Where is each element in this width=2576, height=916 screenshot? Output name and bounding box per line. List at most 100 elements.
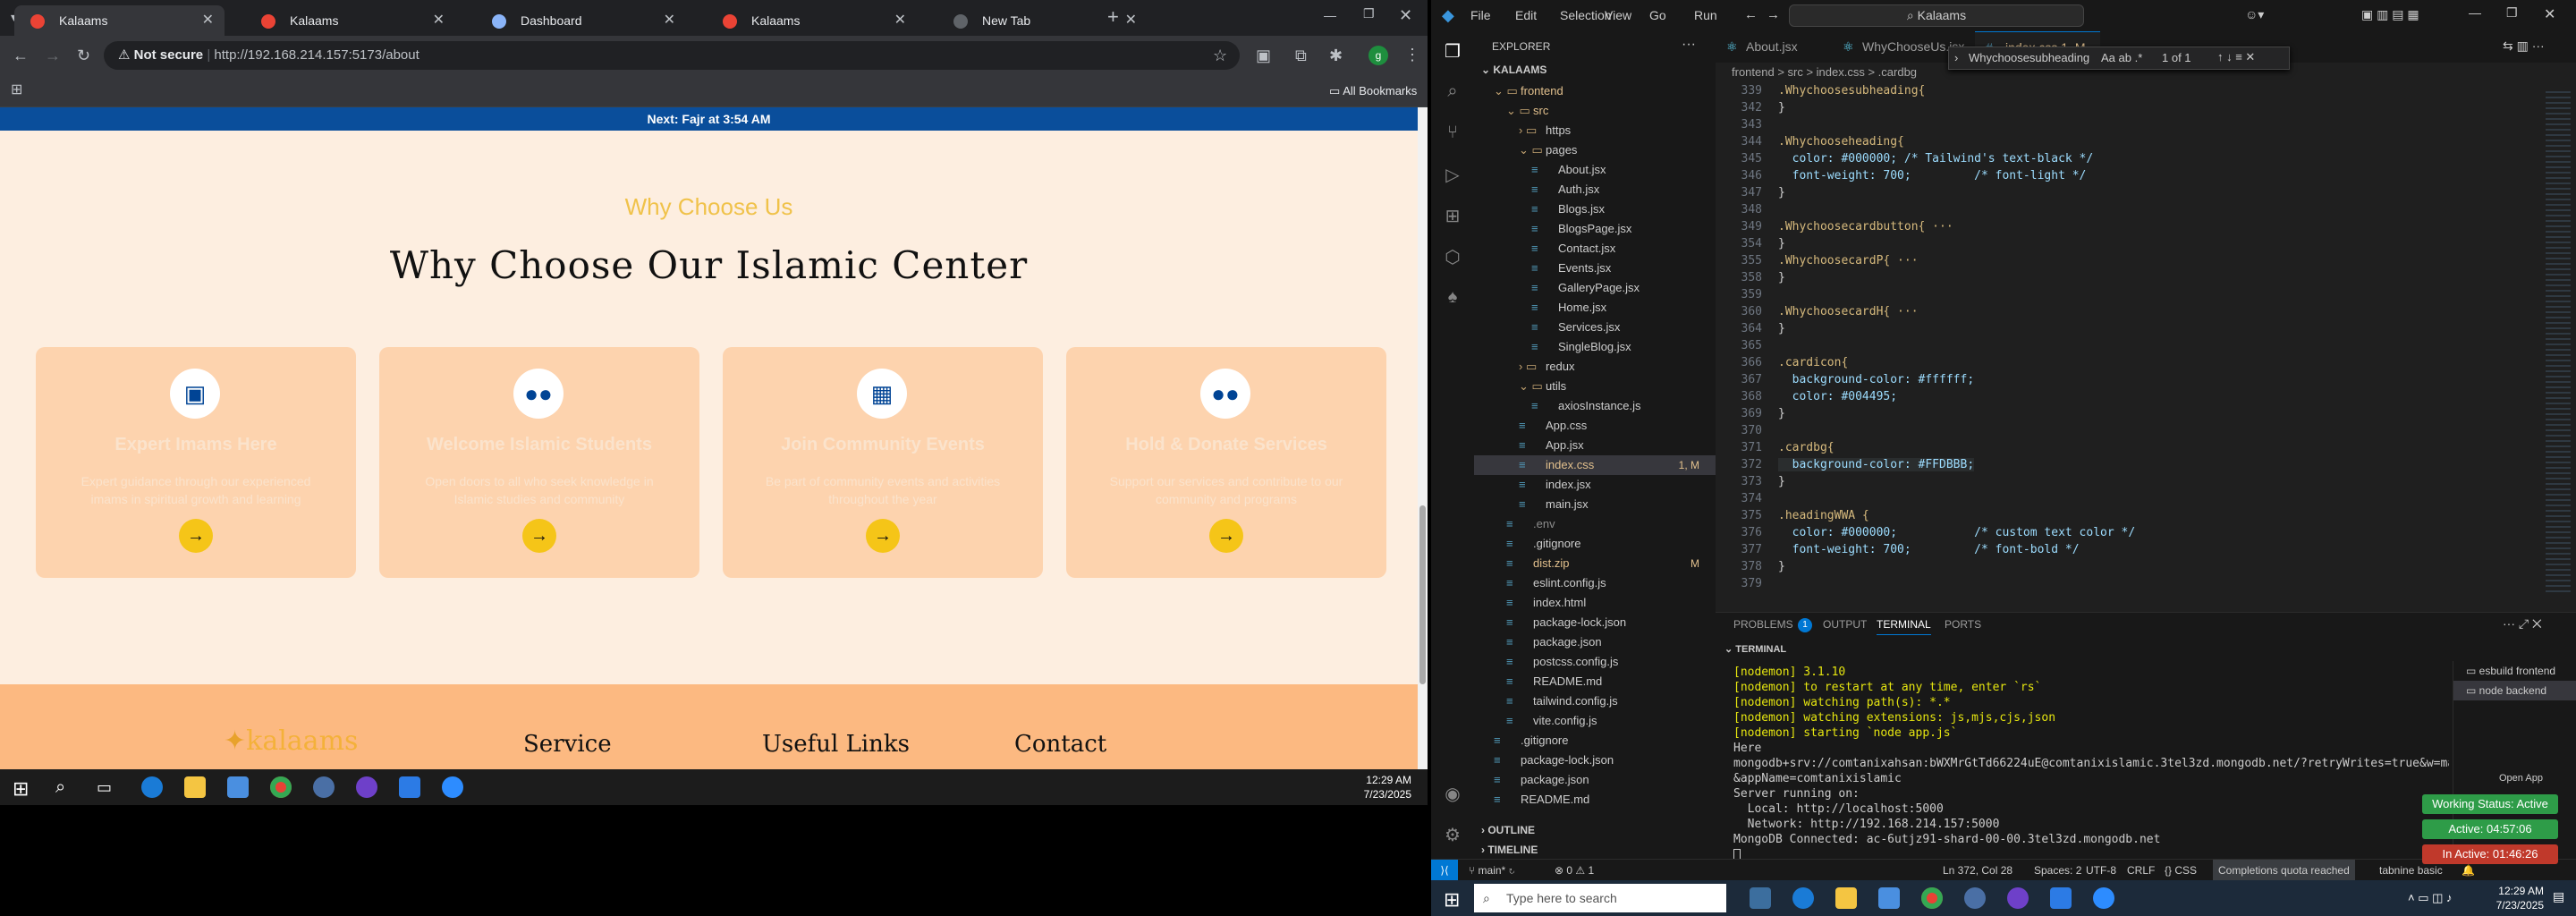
zoom-icon[interactable] bbox=[2093, 887, 2114, 909]
problems-indicator[interactable]: ⊗ 0 ⚠ 1 bbox=[1555, 860, 1594, 880]
tab-close-icon[interactable]: ✕ bbox=[894, 5, 906, 36]
tree-item[interactable]: ≡ App.css bbox=[1474, 416, 1716, 436]
terminal-item-esbuild[interactable]: ▭ esbuild frontend bbox=[2453, 661, 2576, 681]
vscode-taskbar-icon[interactable] bbox=[399, 776, 420, 798]
close-icon[interactable]: ✕ bbox=[2544, 5, 2555, 23]
tree-item[interactable]: ≡ postcss.config.js bbox=[1474, 652, 1716, 672]
nav-back-icon[interactable]: ← bbox=[1744, 7, 1758, 22]
browser-tab[interactable]: Kalaams ✕ bbox=[707, 5, 917, 36]
tree-item[interactable]: ≡ Home.jsx bbox=[1474, 298, 1716, 318]
tree-item[interactable]: ≡ App.jsx bbox=[1474, 436, 1716, 455]
card-arrow-button[interactable]: → bbox=[1209, 519, 1243, 553]
tree-item[interactable]: ≡ .gitignore bbox=[1474, 534, 1716, 554]
tree-item[interactable]: ≡ package.json bbox=[1474, 632, 1716, 652]
edge-icon[interactable] bbox=[141, 776, 163, 798]
minimize-icon[interactable]: — bbox=[1324, 9, 1336, 21]
tree-item[interactable]: ⌄ ▭ utils bbox=[1474, 377, 1716, 396]
page-scrollbar[interactable] bbox=[1418, 107, 1428, 769]
task-view-icon[interactable]: ▭ bbox=[97, 778, 112, 797]
tree-item[interactable]: ≡ main.jsx bbox=[1474, 495, 1716, 514]
find-widget[interactable]: › Whychoosesubheading Aa ab .* 1 of 1 ↑ ↓ ≡ … bbox=[1948, 47, 2290, 70]
task-view-icon[interactable] bbox=[1750, 887, 1771, 909]
tree-item[interactable]: ≡ index.css 1, M bbox=[1474, 455, 1716, 475]
system-tray-icons[interactable]: ˄ ▭ ◫ ♪ bbox=[2408, 891, 2453, 905]
panel-tab-problems[interactable]: PROBLEMS bbox=[1733, 618, 1793, 631]
tree-item[interactable]: ≡ tailwind.config.js bbox=[1474, 691, 1716, 711]
remote-indicator-icon[interactable]: ⟩⟨ bbox=[1431, 860, 1458, 880]
tree-item[interactable]: ≡ package-lock.json bbox=[1474, 613, 1716, 632]
windows-start-icon[interactable]: ⊞ bbox=[13, 777, 29, 801]
profile-avatar[interactable]: g bbox=[1368, 46, 1388, 65]
terminal-output[interactable]: [nodemon] 3.1.10 [nodemon] to restart at … bbox=[1733, 665, 2449, 861]
command-center[interactable]: ⌕ Kalaams bbox=[1789, 4, 2084, 27]
scrollbar-thumb[interactable] bbox=[1419, 505, 1426, 684]
vscode-taskbar-icon[interactable] bbox=[2050, 887, 2072, 909]
bookmark-star-icon[interactable]: ☆ bbox=[1213, 47, 1227, 64]
tree-item[interactable]: ≡ package-lock.json bbox=[1474, 751, 1716, 770]
minimize-icon[interactable]: — bbox=[2469, 5, 2481, 20]
all-bookmarks[interactable]: ▭ All Bookmarks bbox=[1329, 84, 1417, 98]
timeline-section[interactable]: › TIMELINE bbox=[1481, 844, 1538, 856]
remote-icon[interactable]: ⬡ bbox=[1442, 246, 1463, 267]
browser-tab[interactable]: Kalaams ✕ bbox=[14, 5, 225, 36]
zoom-icon[interactable] bbox=[442, 776, 463, 798]
github-desktop-icon[interactable] bbox=[2007, 887, 2029, 909]
cursor-position[interactable]: Ln 372, Col 28 bbox=[1943, 860, 2012, 880]
tree-item[interactable]: › ▭ https bbox=[1474, 121, 1716, 140]
address-bar[interactable]: ⚠ Not secure | http://192.168.214.157:51… bbox=[104, 41, 1240, 70]
tree-item[interactable]: ≡ dist.zip M bbox=[1474, 554, 1716, 573]
tree-item[interactable]: ≡ index.html bbox=[1474, 593, 1716, 613]
find-expand-icon[interactable]: › bbox=[1954, 51, 1958, 64]
maximize-icon[interactable]: ❐ bbox=[2506, 5, 2518, 21]
completions-status[interactable]: Completions quota reached bbox=[2213, 860, 2355, 880]
maximize-icon[interactable]: ❐ bbox=[1363, 7, 1375, 20]
browser-tab[interactable]: Dashboard ✕ bbox=[476, 5, 686, 36]
menu-run[interactable]: Run bbox=[1694, 0, 1717, 31]
branch-indicator[interactable]: ⑂ main* ↻ bbox=[1469, 860, 1515, 880]
tree-item[interactable]: ≡ BlogsPage.jsx bbox=[1474, 219, 1716, 239]
apps-grid-icon[interactable]: ⊞ bbox=[11, 83, 22, 98]
source-control-icon[interactable]: ⑂ bbox=[1442, 123, 1463, 144]
tab-close-icon[interactable]: ✕ bbox=[433, 5, 445, 36]
chrome-taskbar-icon[interactable] bbox=[1921, 887, 1943, 909]
tab-close-icon[interactable]: ✕ bbox=[1125, 5, 1137, 36]
file-explorer-icon[interactable] bbox=[184, 776, 206, 798]
tree-item[interactable]: ≡ package.json bbox=[1474, 770, 1716, 790]
editor-actions-icons[interactable]: ⇆ ▥ ··· bbox=[2503, 38, 2545, 54]
extensions-puzzle-icon[interactable]: ⧉ bbox=[1295, 47, 1307, 64]
windows-start-icon[interactable]: ⊞ bbox=[1444, 888, 1460, 912]
tab-close-icon[interactable]: ✕ bbox=[202, 5, 214, 36]
tree-item[interactable]: ⌄ ▭ pages bbox=[1474, 140, 1716, 160]
find-nav-icons[interactable]: ↑ ↓ ≡ ✕ bbox=[2217, 50, 2255, 64]
panel-tab-terminal[interactable]: TERMINAL bbox=[1877, 618, 1931, 635]
card-arrow-button[interactable]: → bbox=[179, 519, 213, 553]
browser-tab[interactable]: Kalaams ✕ bbox=[245, 5, 455, 36]
forward-icon[interactable]: → bbox=[45, 47, 61, 64]
store-icon[interactable] bbox=[1878, 887, 1900, 909]
encoding[interactable]: UTF-8 bbox=[2086, 860, 2116, 880]
file-explorer-icon[interactable] bbox=[1835, 887, 1857, 909]
menu-view[interactable]: View bbox=[1605, 0, 1631, 31]
edge-icon[interactable] bbox=[1792, 887, 1814, 909]
tree-item[interactable]: ≡ .env bbox=[1474, 514, 1716, 534]
tree-item[interactable]: ≡ .gitignore bbox=[1474, 731, 1716, 751]
chrome-taskbar-icon[interactable] bbox=[270, 776, 292, 798]
tree-item[interactable]: ≡ index.jsx bbox=[1474, 475, 1716, 495]
tree-item[interactable]: ≡ axiosInstance.js bbox=[1474, 396, 1716, 416]
tree-item[interactable]: ≡ About.jsx bbox=[1474, 160, 1716, 180]
terminal-item-node[interactable]: ▭ node backend bbox=[2453, 681, 2576, 700]
copilot-icon[interactable]: ☺▾ bbox=[2245, 7, 2264, 22]
right-clock[interactable]: 12:29 AM 7/23/2025 bbox=[2487, 884, 2544, 912]
run-debug-icon[interactable]: ▷ bbox=[1442, 164, 1463, 185]
close-window-icon[interactable]: ✕ bbox=[1399, 7, 1412, 23]
editor-tab[interactable]: About.jsx ⚛ bbox=[1716, 31, 1832, 63]
workspace-root[interactable]: ⌄ KALAAMS bbox=[1481, 64, 1546, 76]
menu-file[interactable]: File bbox=[1470, 0, 1491, 31]
github-desktop-icon[interactable] bbox=[356, 776, 377, 798]
tree-item[interactable]: ⌄ ▭ src bbox=[1474, 101, 1716, 121]
indentation[interactable]: Spaces: 2 bbox=[2034, 860, 2081, 880]
tree-item[interactable]: ≡ Blogs.jsx bbox=[1474, 199, 1716, 219]
explorer-icon[interactable]: ❐ bbox=[1442, 40, 1463, 62]
tree-item[interactable]: ≡ Services.jsx bbox=[1474, 318, 1716, 337]
extensions-icon[interactable]: ⊞ bbox=[1442, 205, 1463, 226]
